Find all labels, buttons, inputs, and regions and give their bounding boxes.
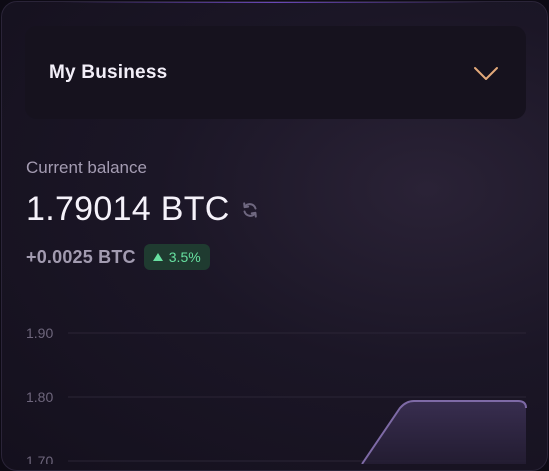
- balance-card: My Business Current balance 1.79014 BTC …: [1, 1, 548, 471]
- change-percent-badge: 3.5%: [143, 244, 210, 270]
- series-area: [362, 401, 526, 464]
- y-tick-labels: 1.90 1.80 1.70: [26, 325, 53, 464]
- y-tick-label: 1.70: [26, 453, 53, 464]
- account-selector[interactable]: My Business: [25, 26, 526, 119]
- triangle-up-icon: [152, 253, 163, 261]
- balance-change-row: +0.0025 BTC 3.5%: [26, 244, 210, 270]
- change-percent-value: 3.5%: [168, 249, 201, 265]
- card-top-glow: [62, 2, 487, 3]
- balance-row: 1.79014 BTC: [26, 190, 260, 229]
- y-tick-label: 1.90: [26, 325, 53, 341]
- balance-label: Current balance: [26, 158, 147, 177]
- refresh-icon[interactable]: [240, 200, 260, 220]
- balance-chart: 1.90 1.80 1.70: [26, 325, 527, 464]
- chevron-down-icon[interactable]: [473, 63, 499, 83]
- balance-value: 1.79014 BTC: [26, 190, 230, 228]
- balance-change-value: +0.0025 BTC: [26, 246, 136, 267]
- y-tick-label: 1.80: [26, 389, 53, 405]
- account-selector-label: My Business: [49, 61, 168, 83]
